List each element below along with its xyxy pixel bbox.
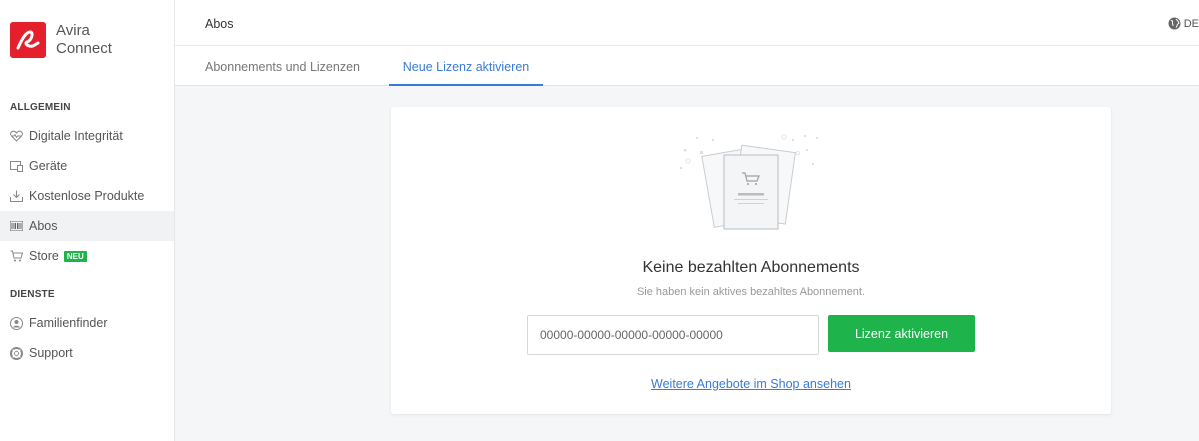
language-selector[interactable]: DE [1168, 17, 1199, 30]
sidebar-item-abos[interactable]: Abos [0, 211, 174, 241]
nav-list-dienste: Familienfinder Support [0, 308, 174, 368]
empty-state-subtitle: Sie haben kein aktives bezahltes Abonnem… [636, 286, 866, 298]
license-key-input[interactable] [527, 315, 819, 355]
brand-line-1: Avira [56, 21, 90, 39]
tab-bar: Abonnements und Lizenzen Neue Lizenz akt… [175, 46, 1199, 86]
brand-name: Avira Connect [56, 22, 112, 58]
cart-icon [10, 250, 23, 263]
sidebar-item-familienfinder[interactable]: Familienfinder [0, 308, 174, 338]
sidebar-item-label: Familienfinder [29, 316, 108, 330]
section-title-allgemein: ALLGEMEIN [10, 102, 71, 113]
lifebuoy-icon [10, 346, 23, 360]
sidebar-item-label: Store [29, 249, 59, 263]
sidebar-item-label: Kostenlose Produkte [29, 189, 145, 203]
language-label: DE [1183, 17, 1199, 30]
sidebar-item-support[interactable]: Support [0, 338, 174, 368]
new-badge: NEU [63, 250, 87, 262]
family-icon [10, 316, 23, 330]
section-title-dienste: DIENSTE [10, 289, 55, 300]
sidebar-item-label: Geräte [29, 159, 68, 173]
activate-license-button[interactable]: Lizenz aktivieren [828, 315, 975, 352]
avira-logo-icon [10, 21, 46, 58]
brand[interactable]: Avira Connect [0, 0, 174, 70]
shop-offers-link[interactable]: Weitere Angebote im Shop ansehen [391, 377, 1111, 391]
sidebar-item-digitale-integritaet[interactable]: Digitale Integrität [0, 121, 174, 151]
sidebar: Avira Connect ALLGEMEIN Digitale Integri… [0, 0, 175, 441]
sidebar-item-label: Abos [29, 219, 58, 233]
empty-state-illustration [676, 129, 826, 254]
empty-state-title: Keine bezahlten Abonnements [642, 259, 860, 276]
barcode-icon [10, 220, 23, 233]
license-card: Keine bezahlten Abonnements Sie haben ke… [391, 107, 1111, 414]
globe-icon [1168, 17, 1181, 30]
topbar: Abos DE [175, 0, 1199, 46]
sidebar-item-kostenlose-produkte[interactable]: Kostenlose Produkte [0, 181, 174, 211]
tab-neue-lizenz-aktivieren[interactable]: Neue Lizenz aktivieren [389, 46, 543, 86]
nav-list-allgemein: Digitale Integrität Geräte Kostenlose Pr… [0, 121, 174, 271]
sidebar-item-label: Support [29, 346, 73, 360]
download-icon [10, 190, 23, 203]
sidebar-item-store[interactable]: Store NEU [0, 241, 174, 271]
sidebar-item-label: Digitale Integrität [29, 129, 123, 143]
heart-pulse-icon [10, 130, 23, 143]
devices-icon [10, 160, 23, 173]
sidebar-item-geraete[interactable]: Geräte [0, 151, 174, 181]
tab-abonnements-und-lizenzen[interactable]: Abonnements und Lizenzen [205, 46, 360, 86]
brand-line-2: Connect [56, 39, 112, 57]
page-title: Abos [205, 17, 234, 31]
